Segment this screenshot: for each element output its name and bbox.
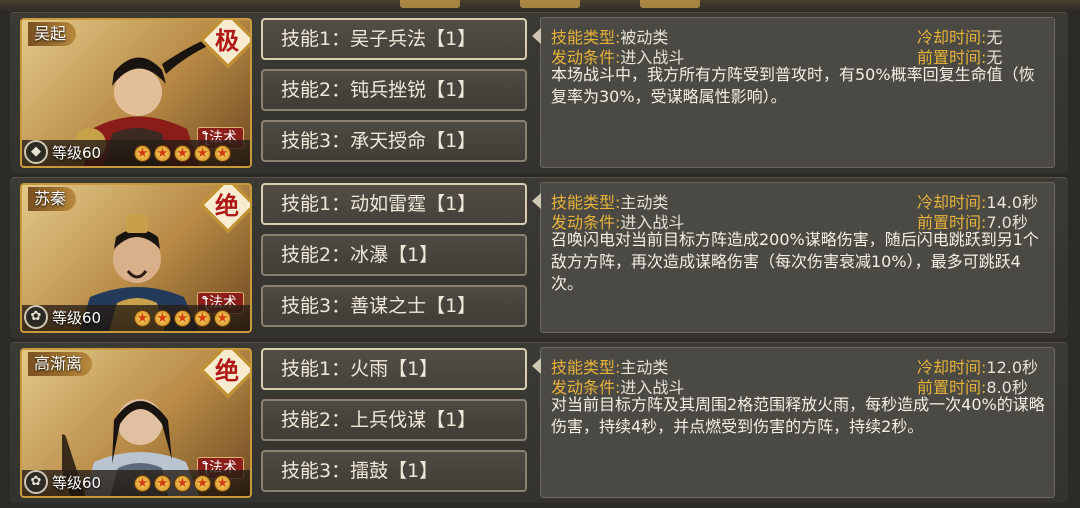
shield-icon: ◆	[24, 140, 48, 164]
banner-ornament	[520, 0, 580, 8]
hero-name: 苏秦	[28, 187, 77, 211]
rank-label: 绝	[215, 191, 239, 220]
star-icon: ★	[134, 475, 151, 492]
level-label: 等级60	[52, 309, 102, 327]
skill-button-2[interactable]: 技能2：冰瀑【1】	[261, 234, 527, 276]
lotus-icon: ✿	[24, 470, 48, 494]
skill-description: 召唤闪电对当前目标方阵造成200%谋略伤害，随后闪电跳跃到另1个敌方方阵，再次造…	[551, 230, 1039, 293]
star-icon: ★	[154, 310, 171, 327]
star-icon: ★	[174, 145, 191, 162]
star-icon: ★	[194, 310, 211, 327]
star-icon: ★	[194, 475, 211, 492]
hero-card[interactable]: 苏秦 绝 ƪ法术 ✿ 等级60 ★ ★ ★ ★ ★	[20, 183, 252, 333]
level-label: 等级60	[52, 144, 102, 162]
hero-card[interactable]: 高渐离 绝 ƪ法术 ✿ 等级60 ★ ★ ★ ★ ★	[20, 348, 252, 498]
skill-button-2[interactable]: 技能2：上兵伐谋【1】	[261, 399, 527, 441]
hero-name: 吴起	[28, 22, 77, 46]
star-icon: ★	[214, 475, 231, 492]
selection-pointer-icon	[532, 193, 541, 209]
level-label: 等级60	[52, 474, 102, 492]
star-icon: ★	[214, 145, 231, 162]
star-icon: ★	[154, 145, 171, 162]
star-rating: ★ ★ ★ ★ ★	[134, 310, 231, 327]
skill-button-3[interactable]: 技能3：承天授命【1】	[261, 120, 527, 162]
banner-ornament	[400, 0, 460, 8]
lotus-icon: ✿	[24, 305, 48, 329]
star-icon: ★	[134, 310, 151, 327]
skill-description: 对当前目标方阵及其周围2格范围释放火雨，每秒造成一次40%的谋略伤害，持续4秒，…	[551, 395, 1045, 436]
skill-button-3[interactable]: 技能3：擂鼓【1】	[261, 450, 527, 492]
selection-pointer-icon	[532, 28, 541, 44]
hero-row: 苏秦 绝 ƪ法术 ✿ 等级60 ★ ★ ★ ★ ★ 技能1：动如雷霆【1】 技能2：冰瀑…	[10, 177, 1068, 338]
skill-detail-panel: 技能类型:被动类 发动条件:进入战斗 冷却时间:无 前置时间:无 本场战斗中，我…	[532, 17, 1055, 168]
star-rating: ★ ★ ★ ★ ★	[134, 475, 231, 492]
rank-label: 极	[215, 26, 239, 55]
skill-button-1[interactable]: 技能1：火雨【1】	[261, 348, 527, 390]
skill-button-2[interactable]: 技能2：钝兵挫锐【1】	[261, 69, 527, 111]
hero-name: 高渐离	[28, 352, 93, 376]
hero-card[interactable]: 吴起 极 ƪ法术 ◆ 等级60 ★ ★ ★ ★ ★	[20, 18, 252, 168]
banner-ornament	[640, 0, 700, 8]
skill-detail-panel: 技能类型:主动类 发动条件:进入战斗 冷却时间:14.0秒 前置时间:7.0秒 …	[532, 182, 1055, 333]
rank-label: 绝	[215, 356, 239, 385]
star-icon: ★	[174, 310, 191, 327]
top-banner	[0, 0, 1080, 12]
skill-button-3[interactable]: 技能3：善谋之士【1】	[261, 285, 527, 327]
skill-button-1[interactable]: 技能1：吴子兵法【1】	[261, 18, 527, 60]
selection-pointer-icon	[532, 358, 541, 374]
skill-description: 本场战斗中，我方所有方阵受到普攻时，有50%概率回复生命值（恢复率为30%，受谋…	[551, 65, 1035, 106]
star-icon: ★	[134, 145, 151, 162]
skill-button-1[interactable]: 技能1：动如雷霆【1】	[261, 183, 527, 225]
star-icon: ★	[154, 475, 171, 492]
star-rating: ★ ★ ★ ★ ★	[134, 145, 231, 162]
star-icon: ★	[174, 475, 191, 492]
hero-row: 高渐离 绝 ƪ法术 ✿ 等级60 ★ ★ ★ ★ ★ 技能1：火雨【1】 技能2：上兵伐…	[10, 342, 1068, 503]
hero-row: 吴起 极 ƪ法术 ◆ 等级60 ★ ★ ★ ★ ★ 技能1：吴子兵法【1】 技能2：钝兵…	[10, 12, 1068, 173]
skill-detail-panel: 技能类型:主动类 发动条件:进入战斗 冷却时间:12.0秒 前置时间:8.0秒 …	[532, 347, 1055, 498]
star-icon: ★	[194, 145, 211, 162]
star-icon: ★	[214, 310, 231, 327]
